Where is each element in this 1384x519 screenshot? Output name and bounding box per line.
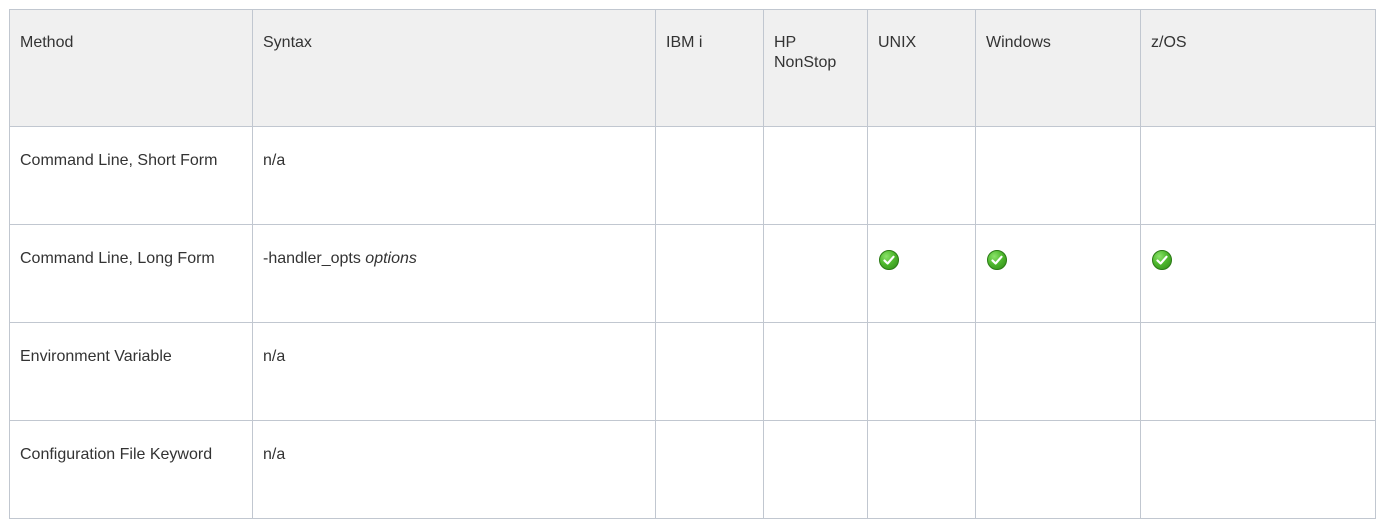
header-syntax: Syntax bbox=[252, 9, 656, 127]
header-hp-nonstop-line1: HP bbox=[774, 34, 797, 51]
cell-zos bbox=[1140, 322, 1376, 421]
header-hp-nonstop-line2: NonStop bbox=[774, 54, 837, 71]
methods-table: Method Syntax IBM i HP NonStop UNIX Wind… bbox=[9, 9, 1376, 519]
check-circle-icon bbox=[879, 250, 899, 270]
check-circle-icon bbox=[987, 250, 1007, 270]
cell-ibmi bbox=[655, 322, 764, 421]
header-hp-nonstop: HP NonStop bbox=[763, 9, 868, 127]
table-row: Command Line, Short Form n/a bbox=[9, 126, 1376, 225]
content: Method Syntax IBM i HP NonStop UNIX Wind… bbox=[9, 9, 1376, 519]
cell-ibmi bbox=[655, 126, 764, 225]
cell-unix bbox=[867, 126, 976, 225]
cell-zos bbox=[1140, 126, 1376, 225]
table-row: Command Line, Long Form -handler_opts op… bbox=[9, 224, 1376, 323]
syntax-option: -handler_opts bbox=[263, 250, 366, 267]
cell-ibmi bbox=[655, 224, 764, 323]
header-windows: Windows bbox=[975, 9, 1141, 127]
cell-windows bbox=[975, 322, 1141, 421]
cell-zos bbox=[1140, 224, 1376, 323]
cell-hp-nonstop bbox=[763, 322, 868, 421]
cell-hp-nonstop bbox=[763, 126, 868, 225]
header-unix: UNIX bbox=[867, 9, 976, 127]
header-zos: z/OS bbox=[1140, 9, 1376, 127]
cell-windows bbox=[975, 224, 1141, 323]
cell-method: Command Line, Long Form bbox=[9, 224, 253, 323]
cell-unix bbox=[867, 224, 976, 323]
cell-windows bbox=[975, 126, 1141, 225]
cell-method: Environment Variable bbox=[9, 322, 253, 421]
table-header-row: Method Syntax IBM i HP NonStop UNIX Wind… bbox=[9, 9, 1376, 127]
cell-method: Command Line, Short Form bbox=[9, 126, 253, 225]
cell-syntax: -handler_opts options bbox=[252, 224, 656, 323]
cell-unix bbox=[867, 322, 976, 421]
syntax-argument: options bbox=[365, 250, 417, 267]
cell-hp-nonstop bbox=[763, 224, 868, 323]
check-circle-icon bbox=[1152, 250, 1172, 270]
cell-syntax: n/a bbox=[252, 126, 656, 225]
header-ibmi: IBM i bbox=[655, 9, 764, 127]
header-method: Method bbox=[9, 9, 253, 127]
table-row: Environment Variable n/a bbox=[9, 322, 1376, 421]
cell-syntax: n/a bbox=[252, 322, 656, 421]
